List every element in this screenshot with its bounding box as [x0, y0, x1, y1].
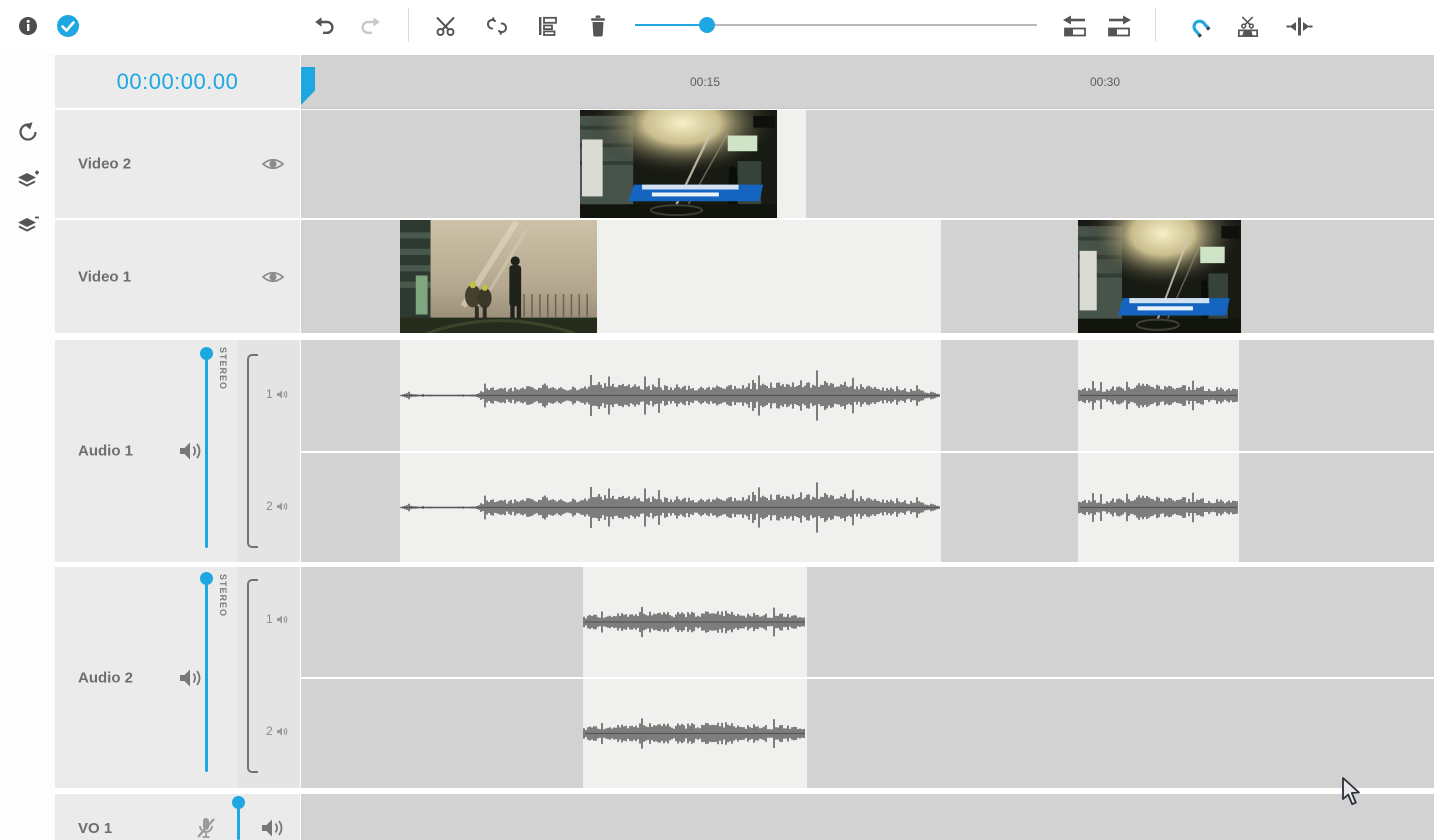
channel-strip: 1 2: [237, 567, 300, 788]
volume-slider[interactable]: [205, 578, 208, 772]
clip-thumbnail: [400, 220, 597, 333]
track-lane-video-2: [301, 110, 1434, 218]
audio-2-channel-2-lane: [301, 679, 1434, 788]
audio-clip-waveform[interactable]: [583, 567, 807, 677]
toolbar-divider: [1155, 8, 1156, 42]
track-label: VO 1: [78, 820, 112, 837]
ruler-mark: 00:30: [1090, 75, 1120, 89]
stereo-group-label: STEREO: [218, 347, 228, 390]
channel-speaker-icon: [276, 726, 288, 737]
sequence-overview-button[interactable]: [536, 13, 560, 39]
channel-1-toggle[interactable]: 1: [266, 612, 288, 626]
audio-clip-waveform[interactable]: [1078, 453, 1239, 562]
track-label: Audio 1: [78, 443, 133, 460]
channel-number: 2: [266, 499, 273, 513]
track-header-video-1: Video 1: [55, 220, 300, 333]
audio-clip-waveform[interactable]: [1078, 340, 1239, 451]
track-header-vo-1: VO 1: [55, 794, 300, 840]
volume-slider[interactable]: [205, 353, 208, 548]
visibility-eye-icon[interactable]: [261, 268, 285, 286]
playhead-marker[interactable]: [301, 67, 315, 105]
trim-mode-button[interactable]: [1285, 13, 1313, 39]
toolbar-divider: [408, 8, 409, 42]
undo-button[interactable]: [312, 13, 336, 39]
audio-1-channel-2-lane: [301, 453, 1434, 562]
timeline-ruler[interactable]: 00:15 00:30: [301, 55, 1434, 109]
delete-trash-button[interactable]: [586, 13, 610, 39]
speaker-icon[interactable]: [178, 441, 202, 461]
audio-clip-waveform[interactable]: [583, 679, 807, 788]
speaker-icon[interactable]: [178, 668, 202, 688]
timecode-panel: 00:00:00.00: [55, 55, 300, 108]
audio-2-channel-1-lane: [301, 567, 1434, 677]
channel-group-bracket: [247, 354, 258, 548]
video-clip[interactable]: [400, 220, 941, 333]
remove-track-icon[interactable]: [14, 208, 42, 236]
razor-all-button[interactable]: [1236, 13, 1260, 39]
volume-slider-knob[interactable]: [200, 347, 213, 360]
channel-strip: 1 2: [237, 340, 300, 562]
timecode-display[interactable]: 00:00:00.00: [55, 55, 300, 108]
audio-clip-waveform[interactable]: [400, 340, 941, 451]
visibility-eye-icon[interactable]: [261, 155, 285, 173]
channel-2-toggle[interactable]: 2: [266, 724, 288, 738]
channel-speaker-icon: [276, 501, 288, 512]
clip-thumbnail: [1078, 220, 1241, 333]
video-clip[interactable]: [1078, 220, 1241, 333]
track-header-audio-1: Audio 1 STEREO 1 2: [55, 340, 300, 562]
add-track-icon[interactable]: [14, 163, 42, 191]
track-label: Video 1: [78, 268, 131, 285]
approve-check-icon[interactable]: [56, 13, 80, 39]
timeline-sidebar: [0, 54, 55, 840]
channel-number: 1: [266, 387, 273, 401]
track-label: Audio 2: [78, 669, 133, 686]
redo-button[interactable]: [359, 13, 383, 39]
channel-speaker-icon: [276, 389, 288, 400]
timeline-app: 00:00:00.00 00:15 00:30 Video 2: [0, 0, 1434, 840]
stereo-group-label: STEREO: [218, 574, 228, 617]
track-header-audio-2: Audio 2 STEREO 1 2: [55, 567, 300, 788]
track-header-video-2: Video 2: [55, 110, 300, 218]
audio-clip-waveform[interactable]: [400, 453, 941, 562]
track-lane-vo-1: [301, 794, 1434, 840]
toolbar: [0, 0, 1434, 54]
ruler-mark: 00:15: [690, 75, 720, 89]
volume-slider-knob[interactable]: [200, 572, 213, 585]
info-icon[interactable]: [16, 13, 40, 39]
channel-group-bracket: [247, 579, 258, 773]
loop-playback-icon[interactable]: [14, 118, 42, 146]
audio-1-channel-1-lane: [301, 340, 1434, 451]
channel-number: 1: [266, 612, 273, 626]
mic-muted-icon[interactable]: [195, 816, 217, 840]
zoom-slider-fill: [635, 24, 707, 26]
clip-thumbnail: [580, 110, 777, 218]
channel-1-toggle[interactable]: 1: [266, 387, 288, 401]
track-label: Video 2: [78, 156, 131, 173]
speaker-icon[interactable]: [260, 818, 284, 838]
snap-magnet-icon[interactable]: [1187, 13, 1211, 39]
nudge-right-button[interactable]: [1105, 13, 1133, 39]
channel-2-toggle[interactable]: 2: [266, 499, 288, 513]
zoom-slider-knob[interactable]: [699, 17, 715, 33]
video-clip[interactable]: [580, 110, 806, 218]
nudge-left-button[interactable]: [1060, 13, 1088, 39]
zoom-slider[interactable]: [635, 17, 1037, 33]
channel-speaker-icon: [276, 614, 288, 625]
cut-scissors-button[interactable]: [435, 13, 459, 39]
volume-slider-knob[interactable]: [232, 796, 245, 809]
unlink-button[interactable]: [485, 13, 509, 39]
track-lane-video-1: [301, 220, 1434, 333]
channel-number: 2: [266, 724, 273, 738]
